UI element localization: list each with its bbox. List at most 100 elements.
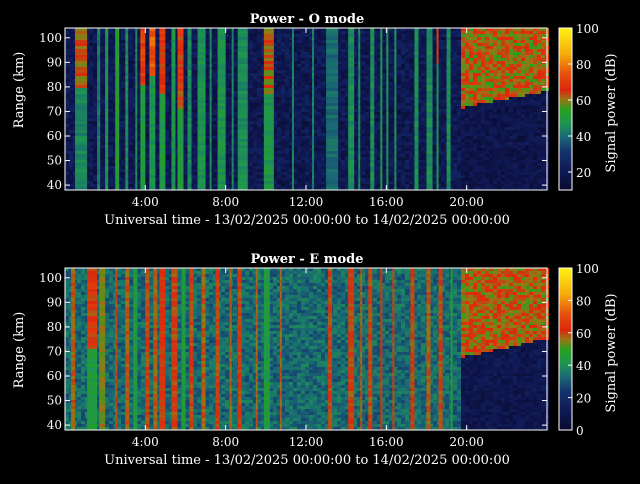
heatmap-cell	[129, 43, 133, 46]
heatmap-cell	[249, 31, 253, 34]
o-mode-heatmap	[65, 28, 549, 190]
heatmap-cell	[401, 94, 405, 97]
heatmap-cell	[389, 73, 393, 76]
heatmap-cell	[397, 58, 401, 61]
heatmap-cell	[409, 118, 413, 121]
heatmap-cell	[317, 64, 321, 67]
heatmap-cell	[145, 112, 149, 115]
heatmap-cell	[145, 166, 149, 169]
heatmap-cell	[297, 160, 301, 163]
heatmap-cell	[301, 58, 305, 61]
heatmap-cell	[317, 91, 321, 94]
heatmap-cell	[405, 154, 409, 157]
heatmap-cell	[69, 52, 73, 55]
heatmap-cell	[129, 103, 133, 106]
heatmap-cell	[89, 175, 93, 178]
heatmap-cell	[401, 151, 405, 154]
heatmap-cell	[317, 61, 321, 64]
heatmap-cell	[253, 154, 257, 157]
heatmap-cell	[69, 142, 73, 145]
heatmap-cell	[109, 163, 113, 166]
heatmap-cell	[121, 61, 125, 64]
heatmap-cell	[365, 55, 369, 58]
heatmap-cell	[213, 160, 217, 163]
heatmap-cell	[193, 88, 197, 91]
heatmap-cell	[301, 49, 305, 52]
heatmap-cell	[121, 73, 125, 76]
heatmap-cell	[257, 178, 261, 181]
heatmap-cell	[409, 136, 413, 139]
heatmap-cell	[405, 172, 409, 175]
heatmap-cell	[213, 178, 217, 181]
heatmap-cell	[405, 55, 409, 58]
heatmap-cell	[69, 94, 73, 97]
heatmap-cell	[257, 124, 261, 127]
heatmap-cell	[397, 118, 401, 121]
heatmap-cell	[341, 169, 345, 172]
heatmap-cell	[301, 31, 305, 34]
heatmap-cell	[145, 136, 149, 139]
heatmap-cell	[397, 136, 401, 139]
heatmap-cell	[101, 169, 105, 172]
heatmap-cell	[421, 82, 425, 85]
heatmap-cell	[277, 184, 281, 187]
heatmap-cell	[401, 145, 405, 148]
heatmap-cell	[285, 58, 289, 61]
heatmap-cell	[281, 163, 285, 166]
heatmap-cell	[205, 46, 209, 49]
heatmap-cell	[305, 37, 309, 40]
heatmap-cell	[301, 139, 305, 142]
heatmap-cell	[257, 118, 261, 121]
heatmap-cell	[165, 166, 169, 169]
heatmap-cell	[89, 136, 93, 139]
heatmap-cell	[69, 172, 73, 175]
heatmap-cell	[361, 127, 365, 130]
heatmap-cell	[249, 55, 253, 58]
heatmap-cell	[405, 136, 409, 139]
heatmap-cell	[421, 118, 425, 121]
heatmap-cell	[69, 55, 73, 58]
heatmap-cell	[257, 76, 261, 79]
heatmap-cell	[213, 40, 217, 43]
heatmap-cell	[317, 40, 321, 43]
heatmap-cell	[301, 118, 305, 121]
heatmap-cell	[321, 61, 325, 64]
heatmap-cell	[301, 148, 305, 151]
heatmap-cell	[165, 145, 169, 148]
heatmap-cell	[421, 40, 425, 43]
heatmap-cell	[317, 151, 321, 154]
heatmap-cell	[317, 115, 321, 118]
heatmap-cell	[65, 103, 69, 106]
heatmap-cell	[389, 67, 393, 70]
heatmap-cell	[101, 142, 105, 145]
heatmap-cell	[193, 148, 197, 151]
heatmap-cell	[321, 160, 325, 163]
heatmap-cell	[145, 34, 149, 37]
heatmap-cell	[365, 124, 369, 127]
heatmap-cell	[193, 166, 197, 169]
heatmap-cell	[145, 61, 149, 64]
heatmap-cell	[101, 52, 105, 55]
heatmap-cell	[285, 61, 289, 64]
heatmap-cell	[101, 73, 105, 76]
heatmap-cell	[321, 157, 325, 160]
heatmap-cell	[285, 82, 289, 85]
heatmap-cell	[145, 106, 149, 109]
heatmap-cell	[109, 76, 113, 79]
heatmap-cell	[89, 55, 93, 58]
heatmap-cell	[93, 145, 97, 148]
heatmap-cell	[321, 49, 325, 52]
heatmap-cell	[277, 121, 281, 124]
heatmap-cell	[409, 139, 413, 142]
heatmap-cell	[305, 76, 309, 79]
heatmap-cell	[193, 136, 197, 139]
heatmap-cell	[165, 49, 169, 52]
heatmap-cell	[165, 151, 169, 154]
heatmap-cell	[109, 157, 113, 160]
heatmap-cell	[421, 88, 425, 91]
heatmap-cell	[145, 115, 149, 118]
heatmap-cell	[65, 40, 69, 43]
heatmap-cell	[249, 157, 253, 160]
heatmap-cell	[65, 82, 69, 85]
heatmap-cell	[253, 166, 257, 169]
